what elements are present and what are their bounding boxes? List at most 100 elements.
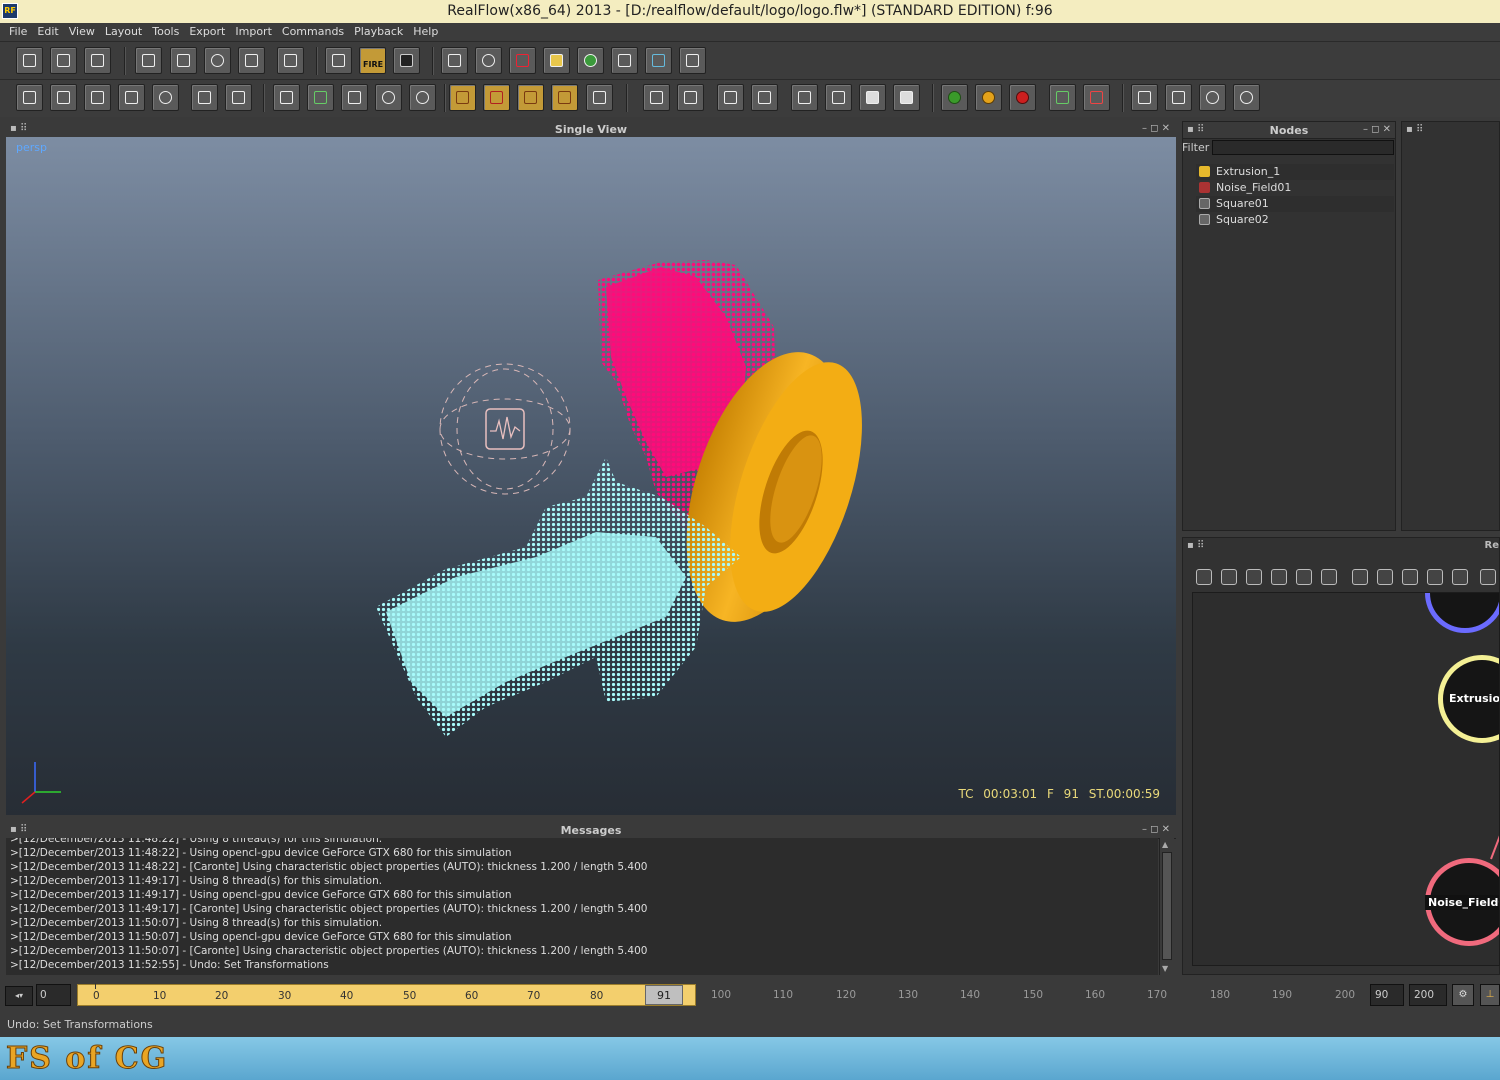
rotate-tool-button[interactable]	[204, 47, 231, 74]
reset-cache-button[interactable]	[1083, 84, 1110, 111]
objects-button[interactable]	[543, 47, 570, 74]
menu-file[interactable]: File	[4, 23, 32, 41]
node-item-square01[interactable]: Square01	[1196, 196, 1394, 212]
shading-button-3[interactable]	[859, 84, 886, 111]
meshes-button[interactable]	[577, 47, 604, 74]
scroll-thumb[interactable]	[1162, 852, 1172, 960]
view-mode-button-3[interactable]	[717, 84, 744, 111]
panel-menu-icon[interactable]: ▪ ⠿	[10, 123, 27, 135]
batch-button-3[interactable]	[1199, 84, 1226, 111]
select-tool-button[interactable]	[135, 47, 162, 74]
menu-playback[interactable]: Playback	[349, 23, 408, 41]
shading-button-4[interactable]	[893, 84, 920, 111]
current-frame-indicator[interactable]: 91	[645, 985, 683, 1005]
batch-button-4[interactable]	[1233, 84, 1260, 111]
particles-button-3[interactable]	[341, 84, 368, 111]
cache-button-4[interactable]	[118, 84, 145, 111]
render-button[interactable]	[393, 47, 420, 74]
node-item-square02[interactable]: Square02	[1196, 212, 1394, 228]
range-end-field[interactable]: 90	[1370, 984, 1404, 1006]
timeline-settings-icon[interactable]: ⚙	[1452, 984, 1474, 1006]
panel-menu-icon[interactable]: ▪ ⠿	[10, 824, 27, 836]
panel-window-controls[interactable]: – ◻ ✕	[1142, 824, 1170, 836]
rel-connect-icon[interactable]	[1427, 569, 1443, 585]
particles-button-1[interactable]	[273, 84, 300, 111]
timeline-options-icon[interactable]: ◂▾	[5, 986, 33, 1006]
rel-link-icon[interactable]	[1271, 569, 1287, 585]
key-icon[interactable]: ⊥	[1480, 984, 1500, 1006]
view-mode-button-2[interactable]	[677, 84, 704, 111]
node-circle-blue[interactable]	[1425, 593, 1499, 633]
panel-menu-icon[interactable]: ▪ ⠿	[1187, 540, 1204, 552]
constraints-button[interactable]	[509, 47, 536, 74]
menu-commands[interactable]: Commands	[277, 23, 349, 41]
scroll-down-icon[interactable]: ▼	[1162, 964, 1168, 973]
menu-tools[interactable]: Tools	[147, 23, 184, 41]
save-scene-button[interactable]	[84, 47, 111, 74]
batch-button-1[interactable]	[1131, 84, 1158, 111]
hybrido-button[interactable]	[679, 47, 706, 74]
app-icon[interactable]: RF	[2, 3, 18, 19]
menu-help[interactable]: Help	[408, 23, 443, 41]
noise-field-daemon-icon[interactable]	[439, 363, 571, 495]
stop-button[interactable]	[1009, 84, 1036, 111]
max-frame-field[interactable]: 200	[1409, 984, 1447, 1006]
shading-button-1[interactable]	[791, 84, 818, 111]
node-item-extrusion[interactable]: Extrusion_1	[1196, 164, 1394, 180]
cache-button-2[interactable]	[50, 84, 77, 111]
filter-input[interactable]	[1212, 140, 1394, 155]
pivot-tool-button[interactable]	[277, 47, 304, 74]
emitters-button[interactable]	[441, 47, 468, 74]
new-scene-button[interactable]	[16, 47, 43, 74]
cameras-button[interactable]	[611, 47, 638, 74]
view-mode-button-1[interactable]	[643, 84, 670, 111]
node-item-noise-field[interactable]: Noise_Field01	[1196, 180, 1394, 196]
rel-refresh-icon[interactable]	[1196, 569, 1212, 585]
box-wire-button[interactable]	[225, 84, 252, 111]
move-tool-button[interactable]	[170, 47, 197, 74]
fire-button[interactable]: FIRE	[359, 47, 386, 74]
particles-button-5[interactable]	[409, 84, 436, 111]
rel-zoom-fit-icon[interactable]	[1352, 569, 1368, 585]
scroll-up-icon[interactable]: ▲	[1162, 840, 1168, 849]
shading-button-2[interactable]	[825, 84, 852, 111]
rel-reset-icon[interactable]	[1221, 569, 1237, 585]
daemons-button[interactable]	[475, 47, 502, 74]
start-frame-field[interactable]: 0	[36, 984, 71, 1006]
rel-unlink-icon[interactable]	[1296, 569, 1312, 585]
mesh-build-button-1[interactable]	[449, 84, 476, 111]
menu-layout[interactable]: Layout	[100, 23, 147, 41]
box-view-button[interactable]	[191, 84, 218, 111]
batch-button-2[interactable]	[1165, 84, 1192, 111]
particles-button-2[interactable]	[307, 84, 334, 111]
panel-menu-icon[interactable]: ▪ ⠿	[1406, 124, 1423, 136]
menu-import[interactable]: Import	[230, 23, 277, 41]
open-scene-button[interactable]	[50, 47, 77, 74]
menu-export[interactable]: Export	[184, 23, 230, 41]
rel-note-icon[interactable]	[1452, 569, 1468, 585]
panel-window-controls[interactable]: – ◻ ✕	[1142, 123, 1170, 135]
rel-more-icon[interactable]	[1480, 569, 1496, 585]
rel-export-icon[interactable]	[1246, 569, 1262, 585]
mesh-build-button-4[interactable]	[551, 84, 578, 111]
realwave-button[interactable]	[645, 47, 672, 74]
particles-button-4[interactable]	[375, 84, 402, 111]
mesh-build-button-2[interactable]	[483, 84, 510, 111]
view-mode-button-4[interactable]	[751, 84, 778, 111]
pause-button[interactable]	[975, 84, 1002, 111]
menu-view[interactable]: View	[64, 23, 100, 41]
scale-tool-button[interactable]	[238, 47, 265, 74]
rel-group-icon[interactable]	[1321, 569, 1337, 585]
save-cache-button[interactable]	[1049, 84, 1076, 111]
3d-viewport[interactable]: persp TC 00:03:01 F 91 ST.00:00:59	[6, 137, 1176, 815]
menu-edit[interactable]: Edit	[32, 23, 63, 41]
cache-button-1[interactable]	[16, 84, 43, 111]
script-button[interactable]	[325, 47, 352, 74]
mesh-build-button-3[interactable]	[517, 84, 544, 111]
panel-window-controls[interactable]: – ◻ ✕	[1363, 124, 1391, 136]
simulate-button[interactable]	[941, 84, 968, 111]
rel-layout-icon[interactable]	[1402, 569, 1418, 585]
hourglass-button[interactable]	[586, 84, 613, 111]
messages-scrollbar[interactable]: ▲ ▼	[1159, 838, 1174, 975]
cache-button-5[interactable]	[152, 84, 179, 111]
